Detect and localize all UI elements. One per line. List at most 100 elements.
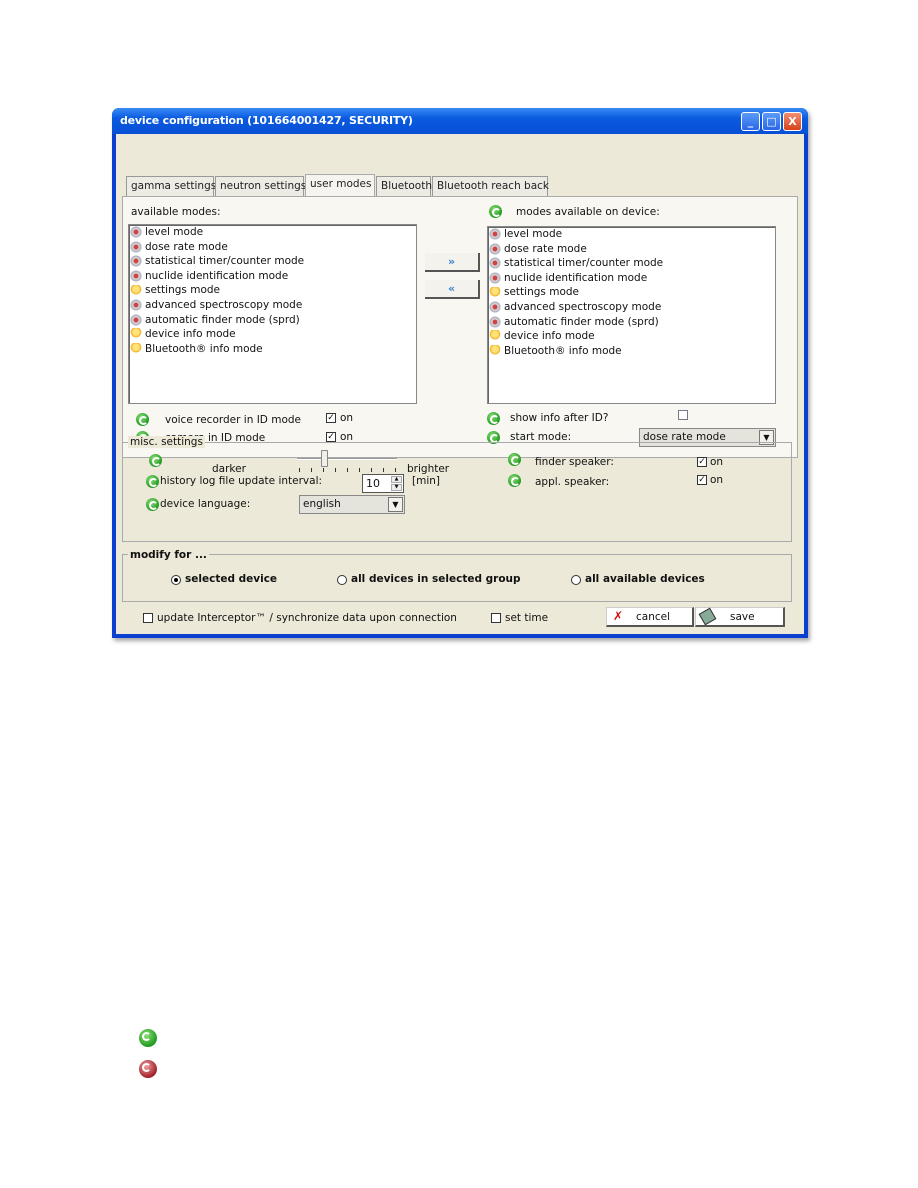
list-item-label: Bluetooth® info mode	[504, 344, 622, 357]
tab-bluetooth[interactable]: Bluetooth	[376, 176, 432, 196]
list-item[interactable]: advanced spectroscopy mode	[129, 298, 416, 313]
list-item[interactable]: level mode	[488, 227, 775, 242]
set-time-checkbox[interactable]	[491, 613, 501, 623]
history-interval-spinner[interactable]: 10 ▲ ▼	[362, 474, 404, 493]
list-item[interactable]: automatic finder mode (sprd)	[129, 313, 416, 328]
bulb-icon	[130, 343, 142, 356]
appl-speaker-label: appl. speaker:	[535, 476, 610, 488]
list-item[interactable]: nuclide identification mode	[488, 271, 775, 286]
remove-mode-button[interactable]: «	[425, 280, 480, 299]
atom-icon	[130, 270, 142, 283]
list-item[interactable]: statistical timer/counter mode	[488, 256, 775, 271]
title-bar[interactable]: device configuration (101664001427, SECU…	[112, 108, 808, 134]
list-item[interactable]: Bluetooth® info mode	[488, 344, 775, 359]
list-item[interactable]: nuclide identification mode	[129, 269, 416, 284]
set-time-label: set time	[505, 612, 549, 624]
save-button[interactable]: save	[695, 607, 785, 627]
list-item-label: device info mode	[145, 328, 236, 341]
atom-icon	[489, 272, 501, 285]
x-icon: ✗	[613, 609, 624, 623]
close-button[interactable]: X	[783, 112, 802, 131]
list-item[interactable]: device info mode	[488, 329, 775, 344]
voice-recorder-on-label: on	[340, 412, 354, 424]
darker-label: darker	[212, 463, 246, 475]
sync-green-icon	[139, 1029, 157, 1047]
available-modes-list[interactable]: level mode dose rate mode statistical time…	[128, 224, 417, 404]
tab-user-modes[interactable]: user modes	[305, 174, 375, 197]
voice-recorder-checkbox[interactable]: ✓	[326, 413, 336, 423]
finder-speaker-label: finder speaker:	[535, 456, 614, 468]
list-item[interactable]: dose rate mode	[129, 240, 416, 255]
radio-all-available-devices[interactable]	[571, 575, 581, 585]
list-item[interactable]: statistical timer/counter mode	[129, 254, 416, 269]
list-item-label: statistical timer/counter mode	[145, 255, 305, 268]
sync-icon	[136, 413, 149, 426]
atom-icon	[130, 299, 142, 312]
spin-up-button[interactable]: ▲	[391, 476, 402, 483]
atom-icon	[130, 313, 142, 326]
modify-for-legend: modify for ...	[128, 549, 209, 561]
brightness-slider-track[interactable]	[297, 458, 397, 460]
tab-neutron-settings[interactable]: neutron settings	[215, 176, 306, 196]
tab-gamma-settings[interactable]: gamma settings	[126, 176, 216, 196]
list-item[interactable]: automatic finder mode (sprd)	[488, 315, 775, 330]
list-item[interactable]: settings mode	[488, 285, 775, 300]
device-modes-label: modes available on device:	[516, 206, 660, 218]
cancel-label: cancel	[636, 611, 671, 623]
device-language-select[interactable]: english ▼	[299, 495, 405, 514]
atom-icon	[489, 228, 501, 241]
radio-selected-device[interactable]	[171, 575, 181, 585]
list-item[interactable]: advanced spectroscopy mode	[488, 300, 775, 315]
finder-speaker-on-label: on	[710, 456, 724, 468]
bulb-icon	[130, 284, 142, 297]
atom-icon	[489, 257, 501, 270]
all-available-devices-label[interactable]: all available devices	[585, 573, 705, 585]
camera-checkbox[interactable]: ✓	[326, 432, 336, 442]
sync-icon	[489, 205, 502, 218]
slider-ticks	[299, 468, 397, 472]
minimize-button[interactable]: _	[741, 112, 760, 131]
bulb-icon	[489, 345, 501, 358]
user-modes-panel: available modes: level mode dose rate mod…	[122, 196, 798, 458]
add-mode-button[interactable]: »	[425, 253, 480, 272]
atom-icon	[489, 242, 501, 255]
tab-bluetooth-reach-back[interactable]: Bluetooth reach back	[432, 176, 549, 196]
save-label: save	[730, 611, 755, 623]
all-devices-in-group-label[interactable]: all devices in selected group	[351, 573, 521, 585]
brightness-slider-thumb[interactable]	[320, 450, 328, 467]
finder-speaker-checkbox[interactable]: ✓	[697, 457, 707, 467]
atom-icon	[130, 226, 142, 239]
cancel-button[interactable]: ✗ cancel	[606, 607, 694, 627]
history-unit-label: [min]	[412, 475, 440, 487]
list-item-label: advanced spectroscopy mode	[145, 298, 303, 311]
device-language-label: device language:	[160, 498, 251, 510]
list-item-label: level mode	[504, 228, 563, 240]
atom-icon	[489, 315, 501, 328]
list-item-label: dose rate mode	[504, 242, 587, 255]
radio-all-devices-in-group[interactable]	[337, 575, 347, 585]
misc-settings-legend: misc. settings	[128, 436, 205, 448]
sync-red-icon	[139, 1060, 157, 1078]
update-interceptor-checkbox[interactable]	[143, 613, 153, 623]
selected-device-label[interactable]: selected device	[185, 573, 277, 585]
device-modes-list[interactable]: level mode dose rate mode statistical time…	[487, 226, 776, 404]
maximize-button[interactable]: □	[762, 112, 781, 131]
list-item[interactable]: settings mode	[129, 283, 416, 298]
sync-icon	[149, 454, 162, 467]
show-info-checkbox[interactable]	[678, 410, 688, 420]
list-item[interactable]: device info mode	[129, 327, 416, 342]
chevron-down-icon[interactable]: ▼	[388, 497, 403, 512]
dialog-body: gamma settings neutron settings user mod…	[116, 134, 804, 634]
appl-speaker-checkbox[interactable]: ✓	[697, 475, 707, 485]
device-configuration-window: device configuration (101664001427, SECU…	[112, 108, 808, 638]
sync-icon	[508, 474, 521, 487]
atom-icon	[130, 240, 142, 253]
disk-icon	[698, 607, 717, 626]
list-item[interactable]: dose rate mode	[488, 242, 775, 257]
list-item-label: advanced spectroscopy mode	[504, 300, 662, 313]
list-item[interactable]: Bluetooth® info mode	[129, 342, 416, 357]
list-item[interactable]: level mode	[129, 225, 416, 240]
list-item-label: Bluetooth® info mode	[145, 342, 263, 355]
history-interval-value: 10	[366, 477, 380, 490]
spin-down-button[interactable]: ▼	[391, 484, 402, 491]
